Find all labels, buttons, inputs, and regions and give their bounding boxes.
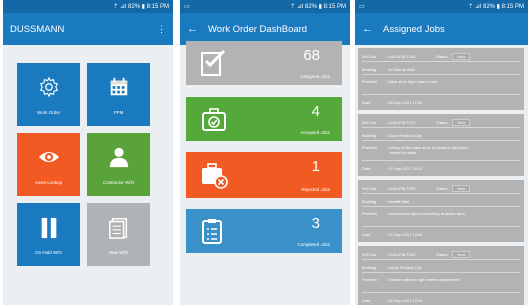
building-value: : Dubai Festival City bbox=[386, 133, 422, 138]
date-value: : 07-Sep-2017 19:08 bbox=[386, 231, 423, 237]
field-label: W/O No bbox=[362, 252, 377, 257]
card-assigned-jobs[interactable]: 68 Assigned Jobs bbox=[186, 41, 342, 85]
assigned-jobs-screen: ▭ ⇡ ⊿l 82% ▮ 8:15 PM ← Assigned Jobs W/O… bbox=[355, 0, 528, 305]
card-rejected-jobs[interactable]: 1 Rejected Jobs bbox=[186, 152, 342, 198]
tile-label: New W/O bbox=[108, 250, 129, 255]
eye-icon bbox=[38, 151, 59, 163]
field-label: W/O No bbox=[362, 54, 377, 59]
app-title: DUSSMANN bbox=[10, 23, 65, 35]
person-icon bbox=[109, 147, 128, 168]
problem-value: : Back store light fused 4 nos. bbox=[386, 79, 439, 84]
field-label: Building bbox=[362, 265, 377, 270]
date-value: : 06-Sep-2017 12:41 bbox=[386, 297, 423, 303]
tile-contractor-wo[interactable]: Contractor W/O bbox=[87, 133, 150, 196]
field-label: Problem bbox=[362, 211, 377, 216]
card-count: 4 bbox=[311, 103, 320, 120]
wo-number: : LMG-IFM-T240 bbox=[386, 252, 416, 257]
field-label: Problem bbox=[362, 277, 377, 282]
app-bar: ← Assigned Jobs bbox=[355, 13, 528, 45]
status-bar: ⇡ ⊿l 82% ▮ 8:15 PM bbox=[3, 0, 173, 13]
field-label: W/O No bbox=[362, 120, 377, 125]
field-label: Date bbox=[362, 165, 371, 171]
date-value: : 07-Sep-2017 20:31 bbox=[386, 165, 423, 171]
tile-on-hold-wo[interactable]: On Hold W/O bbox=[17, 203, 80, 266]
status-bar: ▭ ⇡ ⊿l 82% ▮ 8:15 PM bbox=[180, 0, 350, 13]
status-badge: New bbox=[452, 251, 471, 258]
card-count: 3 bbox=[311, 215, 320, 232]
status-text: ⇡ ⊿l 82% ▮ 8:15 PM bbox=[113, 4, 169, 10]
app-bar: DUSSMANN ⋮ bbox=[3, 13, 173, 45]
card-accepted-jobs[interactable]: 4 Accepted Jobs bbox=[186, 97, 342, 141]
tile-label: PPM bbox=[113, 110, 124, 115]
briefcase-x-icon bbox=[202, 163, 228, 189]
job-card[interactable]: W/O No : LMG-IFM-T264 Status New Building : … bbox=[358, 48, 524, 110]
tile-work-order[interactable]: Work Order bbox=[17, 63, 80, 126]
status-text: ⇡ ⊿l 82% ▮ 8:15 PM bbox=[290, 4, 346, 10]
tile-label: Work Order bbox=[36, 110, 61, 115]
card-completed-jobs[interactable]: 3 Completed Jobs bbox=[186, 209, 342, 253]
card-label: Assigned Jobs bbox=[300, 74, 330, 79]
wo-number: : LMG-IFM-T203 bbox=[386, 186, 416, 191]
status-bar: ▭ ⇡ ⊿l 82% ▮ 8:15 PM bbox=[355, 0, 528, 13]
building-value: : Mardiff Mall bbox=[386, 199, 409, 204]
back-arrow-icon[interactable]: ← bbox=[187, 23, 198, 35]
tile-label: On Hold W/O bbox=[35, 250, 62, 255]
problem-value-cont: needs to repair bbox=[390, 150, 417, 155]
sim-icon: ▭ bbox=[184, 4, 190, 10]
calendar-icon bbox=[110, 77, 127, 96]
home-screen: ⇡ ⊿l 82% ▮ 8:15 PM DUSSMANN ⋮ Work Order… bbox=[3, 0, 173, 305]
tile-asset-lookup[interactable]: Asset Lookup bbox=[17, 133, 80, 196]
status-badge: New bbox=[452, 53, 471, 60]
field-label: Date bbox=[362, 99, 371, 105]
job-card[interactable]: W/O No : LMG-IFM-T210 Status New Building : … bbox=[358, 114, 524, 176]
field-label: Status bbox=[436, 252, 448, 257]
overflow-menu-icon[interactable]: ⋮ bbox=[157, 24, 166, 35]
tile-ppm[interactable]: PPM bbox=[87, 63, 150, 126]
status-badge: New bbox=[452, 185, 471, 192]
building-value: : Al Ghurair Mall bbox=[386, 67, 415, 72]
wo-number: : LMG-IFM-T210 bbox=[386, 120, 416, 125]
wo-number: : LMG-IFM-T264 bbox=[386, 54, 416, 59]
screen-title: Assigned Jobs bbox=[383, 23, 445, 35]
field-label: Building bbox=[362, 133, 377, 138]
field-label: W/O No bbox=[362, 186, 377, 191]
job-card[interactable]: W/O No : LMG-IFM-T240 Status New Building : … bbox=[358, 246, 524, 305]
date-value: : 08-Sep-2017 17:24 bbox=[386, 99, 423, 105]
screen-title: Work Order DashBoard bbox=[208, 23, 308, 35]
field-label: Status bbox=[436, 120, 448, 125]
building-value: : Dubai Festival City bbox=[386, 265, 422, 270]
status-badge: New bbox=[452, 119, 471, 126]
pause-icon bbox=[41, 217, 56, 239]
field-label: Status bbox=[436, 54, 448, 59]
tile-label: Contractor W/O bbox=[102, 180, 135, 185]
field-label: Date bbox=[362, 231, 371, 237]
back-arrow-icon[interactable]: ← bbox=[362, 23, 373, 35]
field-label: Status bbox=[436, 186, 448, 191]
clipboard-icon bbox=[202, 219, 222, 244]
card-count: 68 bbox=[303, 47, 320, 64]
tile-new-wo[interactable]: New W/O bbox=[87, 203, 150, 266]
dashboard-screen: ▭ ⇡ ⊿l 82% ▮ 8:15 PM ← Work Order DashBo… bbox=[180, 0, 350, 305]
card-label: Accepted Jobs bbox=[300, 130, 330, 135]
sim-icon: ▭ bbox=[359, 4, 365, 10]
card-count: 1 bbox=[311, 158, 320, 175]
checklist-icon bbox=[201, 49, 226, 76]
field-label: Date bbox=[362, 297, 371, 303]
field-label: Problem bbox=[362, 145, 377, 150]
gear-icon bbox=[39, 76, 58, 98]
tile-grid: Work Order PPM Asset Lookup Contractor W… bbox=[17, 63, 150, 266]
card-label: Rejected Jobs bbox=[301, 187, 330, 192]
briefcase-check-icon bbox=[202, 108, 226, 131]
problem-value: : Accessories light not working at ladie… bbox=[386, 211, 465, 216]
card-label: Completed Jobs bbox=[297, 242, 330, 247]
field-label: Building bbox=[362, 199, 377, 204]
problem-value: : Fashion window light needs replacement bbox=[386, 277, 461, 282]
job-card[interactable]: W/O No : LMG-IFM-T203 Status New Building : … bbox=[358, 180, 524, 242]
tile-label: Asset Lookup bbox=[34, 180, 63, 185]
status-text: ⇡ ⊿l 82% ▮ 8:15 PM bbox=[468, 4, 524, 10]
field-label: Building bbox=[362, 67, 377, 72]
document-icon bbox=[108, 218, 127, 239]
field-label: Problem bbox=[362, 79, 377, 84]
